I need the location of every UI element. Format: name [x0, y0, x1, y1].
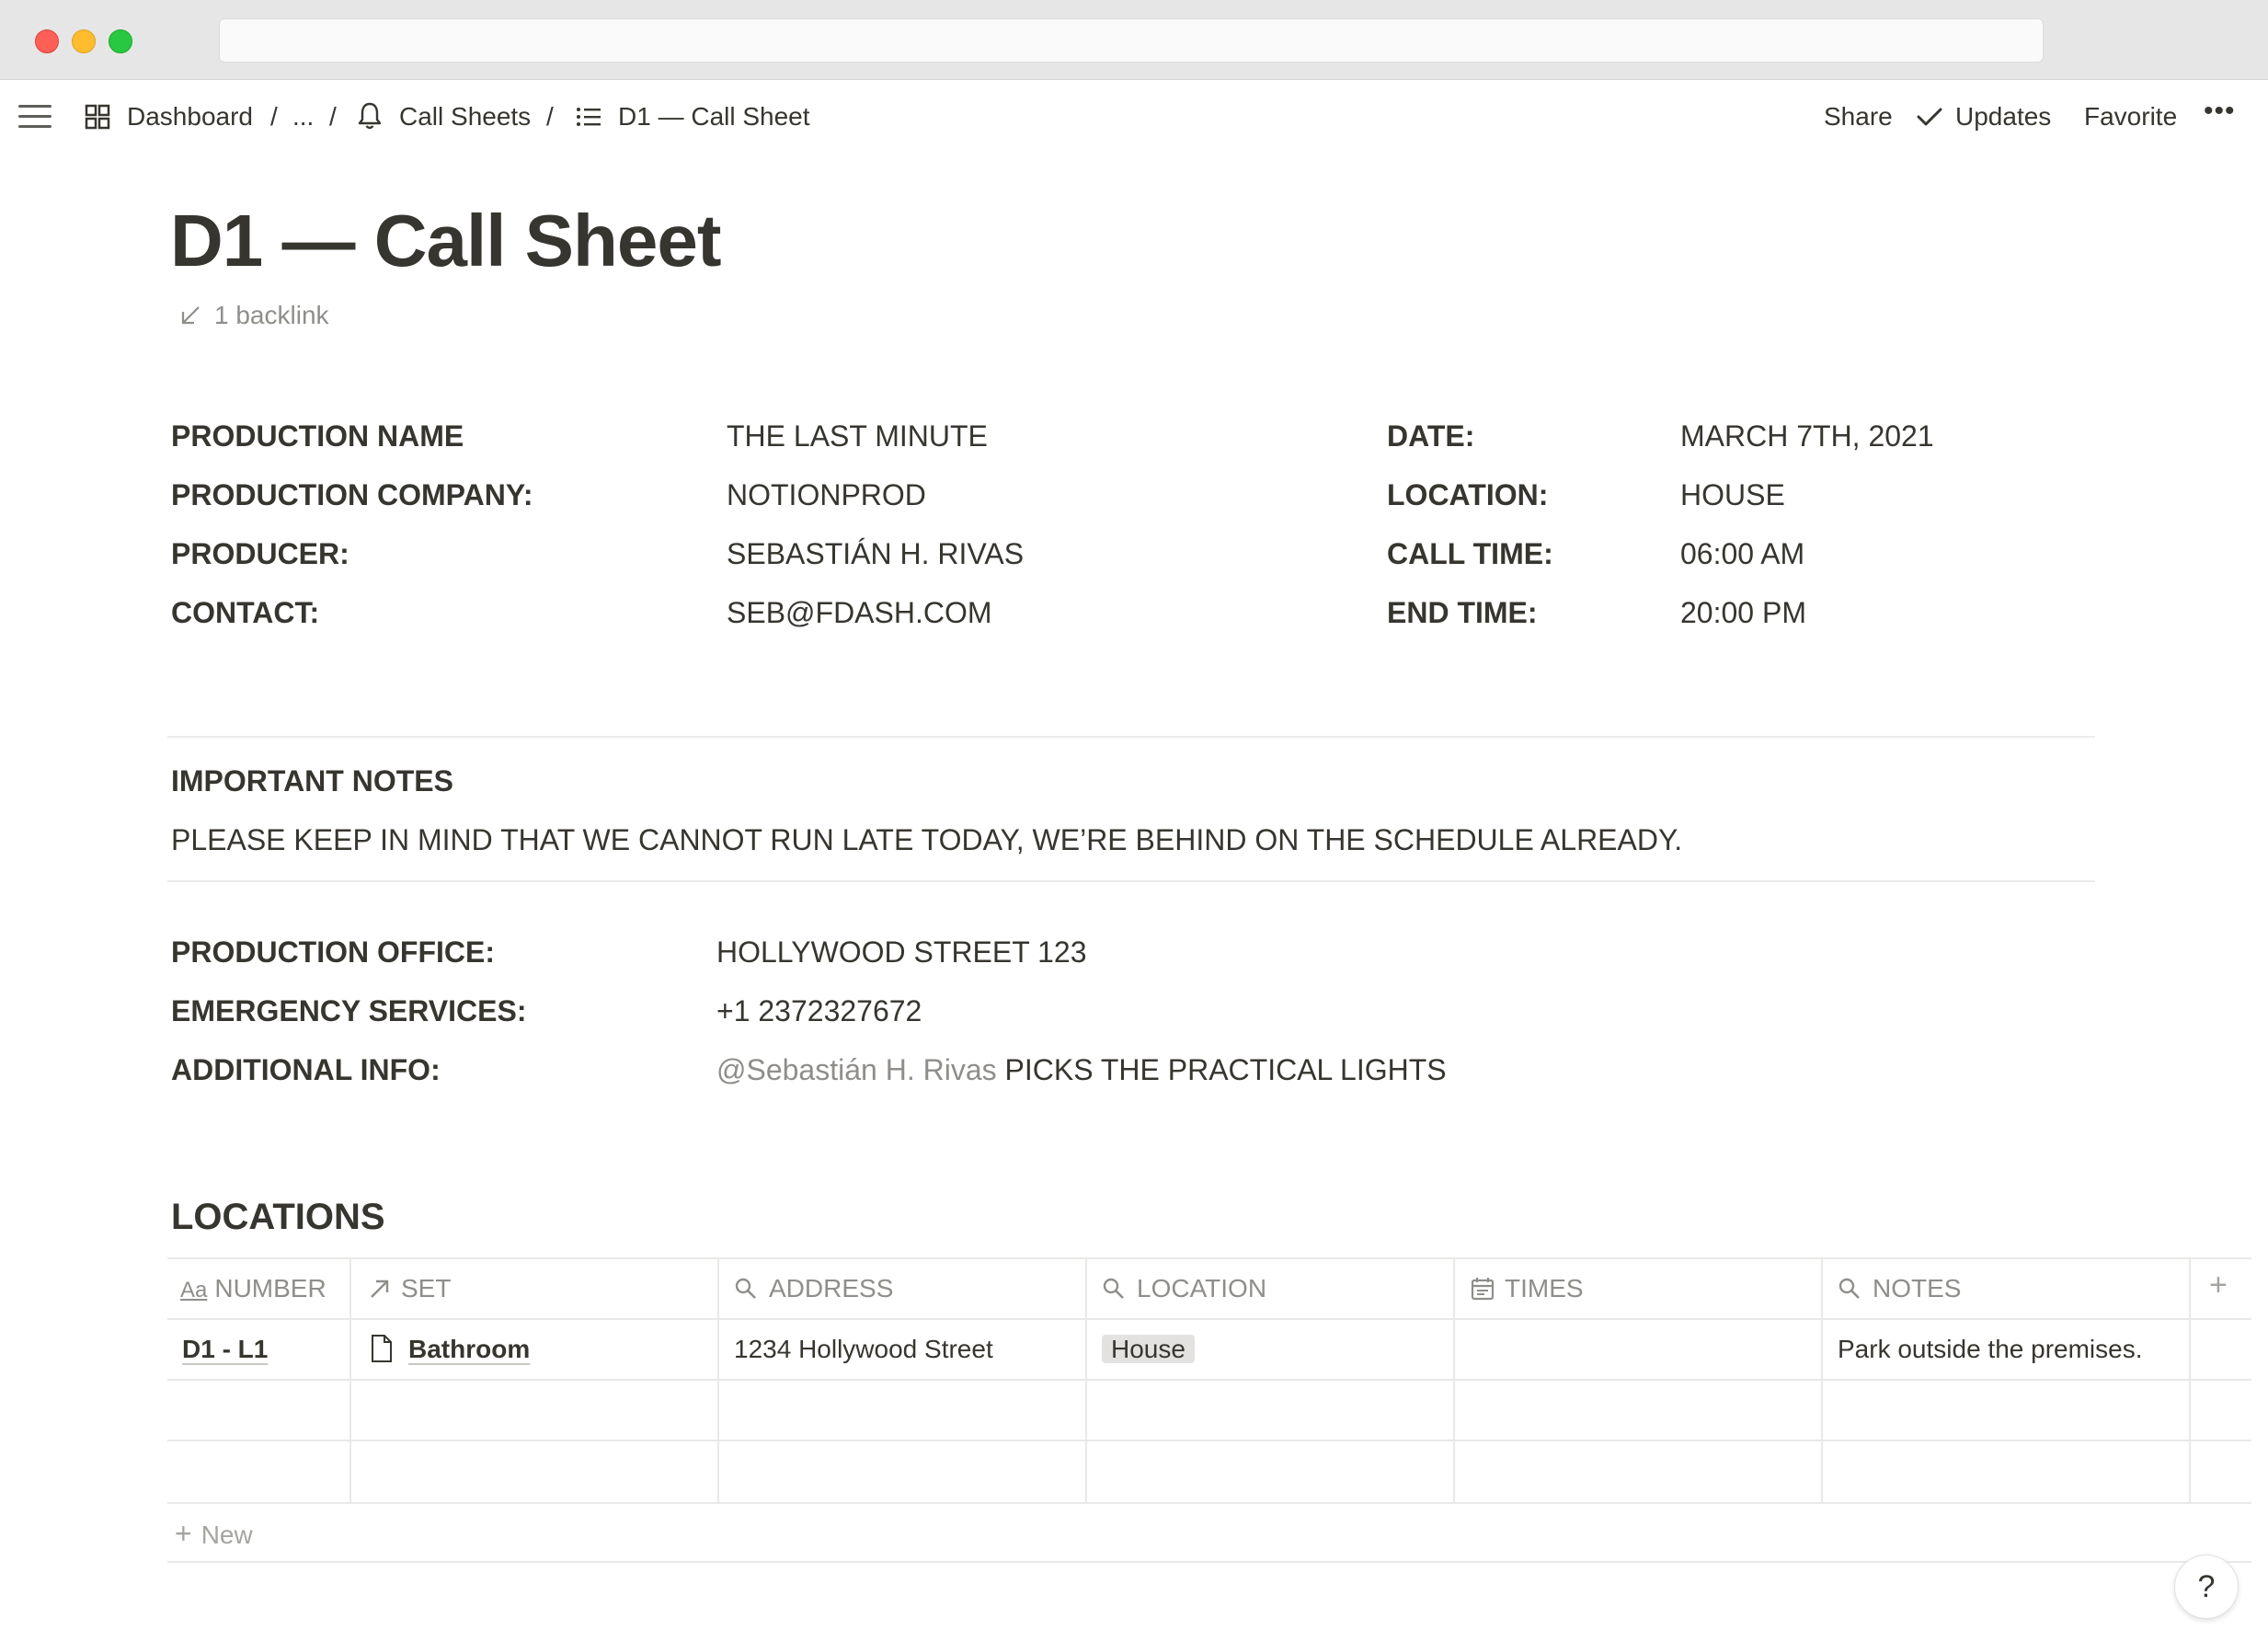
- column-divider: [1821, 1257, 1823, 1502]
- column-header-notes[interactable]: NOTES: [1838, 1273, 1961, 1304]
- breadcrumb-current-page[interactable]: D1 — Call Sheet: [618, 101, 810, 132]
- end-time-value: 20:00 PM: [1680, 596, 1806, 629]
- check-icon: [1917, 108, 1942, 126]
- relation-arrow-icon: [371, 1280, 389, 1298]
- production-company-value: NOTIONPROD: [727, 478, 926, 511]
- producer-label: PRODUCER:: [171, 537, 349, 570]
- list-icon: [577, 108, 601, 126]
- close-window-button[interactable]: [35, 29, 59, 53]
- divider: [167, 880, 2095, 882]
- location-label: LOCATION:: [1387, 478, 1549, 511]
- additional-info-value: @Sebastián H. Rivas PICKS THE PRACTICAL …: [716, 1051, 1447, 1088]
- browser-chrome: [0, 0, 2268, 80]
- breadcrumb-call-sheets[interactable]: Call Sheets: [399, 101, 531, 132]
- help-button[interactable]: ?: [2174, 1555, 2239, 1619]
- location-tag: House: [1102, 1335, 1195, 1363]
- table-border: [167, 1379, 2251, 1381]
- column-divider: [717, 1257, 719, 1502]
- additional-info-label: ADDITIONAL INFO:: [171, 1053, 441, 1086]
- page-title: D1 — Call Sheet: [170, 200, 722, 281]
- important-notes-heading: IMPORTANT NOTES: [171, 764, 453, 798]
- add-column-button[interactable]: +: [2209, 1269, 2228, 1301]
- top-bar: Dashboard / ... / Call Sheets / D1 — Cal…: [0, 83, 2268, 151]
- page-icon: [372, 1335, 392, 1362]
- production-company-label: PRODUCTION COMPANY:: [171, 478, 533, 511]
- sidebar-menu-icon[interactable]: [18, 105, 52, 129]
- search-icon: [735, 1278, 756, 1299]
- column-divider: [1085, 1257, 1087, 1502]
- row-location-cell[interactable]: House: [1102, 1333, 1195, 1366]
- maximize-window-button[interactable]: [109, 29, 132, 53]
- row-address-cell[interactable]: 1234 Hollywood Street: [734, 1333, 993, 1366]
- table-border: [167, 1318, 2251, 1320]
- breadcrumb-separator: /: [270, 102, 278, 131]
- column-header-times[interactable]: TIMES: [1470, 1273, 1584, 1304]
- table-border: [167, 1440, 2251, 1441]
- column-divider: [349, 1257, 351, 1502]
- search-icon: [1838, 1278, 1860, 1299]
- row-set-cell[interactable]: Bathroom: [370, 1333, 530, 1366]
- column-divider: [2189, 1257, 2191, 1502]
- column-header-set[interactable]: SET: [368, 1273, 451, 1304]
- date-value: MARCH 7TH, 2021: [1680, 419, 1934, 453]
- text-property-icon: Aa: [180, 1278, 208, 1302]
- breadcrumb-ellipsis[interactable]: ...: [292, 101, 314, 132]
- new-row-button[interactable]: + New: [175, 1518, 253, 1551]
- table-border: [167, 1502, 2251, 1504]
- row-number-cell[interactable]: D1 - L1: [182, 1333, 268, 1366]
- production-office-value: HOLLYWOOD STREET 123: [716, 935, 1087, 969]
- breadcrumb-separator: /: [329, 102, 337, 131]
- user-mention[interactable]: @Sebastián H. Rivas: [716, 1053, 997, 1086]
- backlinks-link[interactable]: 1 backlink: [214, 300, 329, 331]
- location-value: HOUSE: [1680, 478, 1785, 511]
- producer-value: SEBASTIÁN H. RIVAS: [727, 537, 1025, 570]
- table-border: [167, 1561, 2251, 1563]
- column-header-location[interactable]: LOCATION: [1102, 1273, 1266, 1304]
- emergency-services-value: +1 2372327672: [716, 994, 922, 1027]
- backlink-arrow-icon: [181, 306, 200, 325]
- date-label: DATE:: [1387, 419, 1475, 453]
- bell-icon: [358, 102, 382, 130]
- search-icon: [1103, 1278, 1124, 1299]
- column-header-address[interactable]: ADDRESS: [734, 1273, 893, 1304]
- production-office-label: PRODUCTION OFFICE:: [171, 935, 495, 969]
- more-options-button[interactable]: •••: [2204, 96, 2236, 127]
- column-divider: [1453, 1257, 1455, 1502]
- column-header-number[interactable]: Aa NUMBER: [180, 1273, 326, 1306]
- contact-label: CONTACT:: [171, 596, 320, 629]
- emergency-services-label: EMERGENCY SERVICES:: [171, 994, 527, 1027]
- row-notes-cell[interactable]: Park outside the premises.: [1838, 1333, 2143, 1366]
- call-time-value: 06:00 AM: [1680, 537, 1805, 570]
- divider: [167, 736, 2095, 738]
- plus-icon: +: [175, 1517, 192, 1550]
- production-name-value: THE LAST MINUTE: [727, 419, 988, 453]
- address-bar[interactable]: [219, 18, 2044, 63]
- calendar-icon: [1471, 1278, 1495, 1301]
- call-time-label: CALL TIME:: [1387, 537, 1553, 570]
- breadcrumb-dashboard[interactable]: Dashboard: [127, 101, 253, 132]
- breadcrumb-separator: /: [546, 102, 554, 131]
- minimize-window-button[interactable]: [72, 29, 96, 53]
- dashboard-grid-icon: [85, 104, 110, 130]
- favorite-button[interactable]: Favorite: [2084, 101, 2177, 132]
- contact-value: SEB@FDASH.COM: [727, 596, 992, 629]
- locations-heading: LOCATIONS: [171, 1197, 385, 1237]
- updates-button[interactable]: Updates: [1955, 101, 2051, 132]
- end-time-label: END TIME:: [1387, 596, 1538, 629]
- important-notes-text: PLEASE KEEP IN MIND THAT WE CANNOT RUN L…: [171, 823, 1683, 856]
- table-border: [167, 1257, 2251, 1259]
- production-name-label: PRODUCTION NAME: [171, 419, 464, 453]
- additional-info-text: PICKS THE PRACTICAL LIGHTS: [996, 1053, 1447, 1086]
- share-button[interactable]: Share: [1824, 101, 1893, 132]
